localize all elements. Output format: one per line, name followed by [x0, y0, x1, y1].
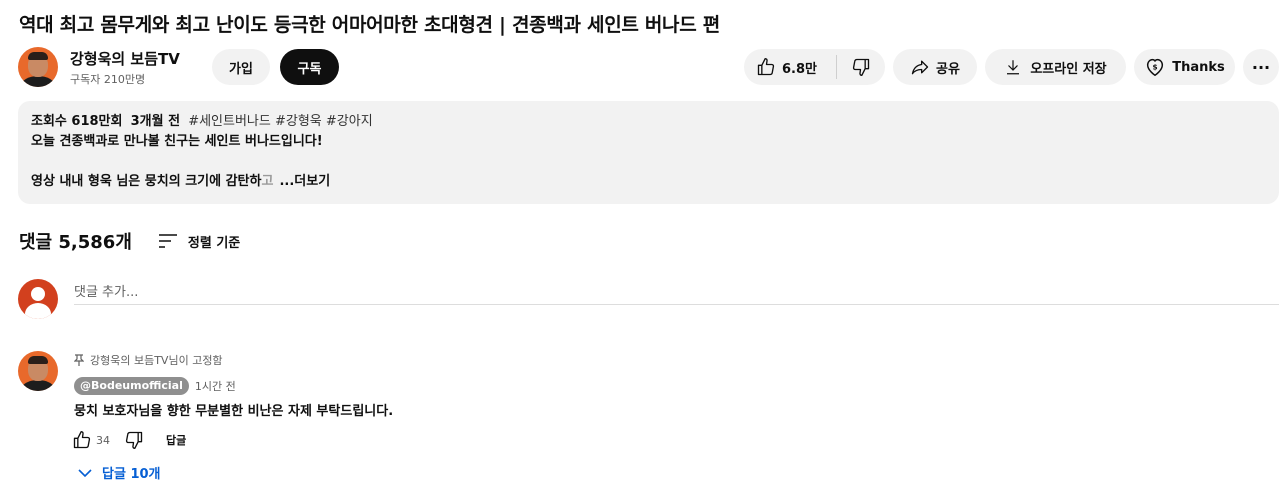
- share-arrow-icon: [910, 57, 930, 77]
- chevron-down-icon: [78, 468, 92, 478]
- pinned-label: 강형욱의 보듬TV님이 고정함: [90, 354, 223, 367]
- comments-count: 댓글 5,586개: [19, 232, 132, 253]
- download-button[interactable]: 오프라인 저장: [985, 49, 1126, 85]
- comment-author-name[interactable]: @Bodeumofficial: [74, 377, 189, 395]
- heart-dollar-icon: $: [1144, 56, 1166, 78]
- view-count: 조회수 618만회: [31, 114, 123, 129]
- comment-text: 뭉치 보호자님을 향한 무분별한 비난은 자제 부탁드립니다.: [74, 404, 394, 419]
- view-replies-button[interactable]: 답글 10개: [78, 463, 161, 482]
- dislike-button[interactable]: [837, 49, 885, 85]
- download-icon: [1004, 58, 1022, 76]
- thumbs-up-icon: [756, 57, 776, 77]
- sort-icon: [158, 233, 178, 249]
- current-user-avatar: [18, 279, 58, 319]
- replies-count-label: 답글 10개: [102, 467, 161, 482]
- download-label: 오프라인 저장: [1030, 61, 1107, 77]
- description-line: 오늘 견종백과로 만나볼 친구는 세인트 버나드입니다!: [31, 134, 323, 149]
- comment-author-avatar[interactable]: [18, 351, 58, 391]
- pin-icon: [74, 354, 84, 366]
- channel-owner: 강형욱의 보듬TV 구독자 210만명: [18, 46, 180, 88]
- description-meta: 조회수 618만회 3개월 전 #세인트버나드 #강형욱 #강아지: [31, 112, 1266, 132]
- description-line-truncated: 영상 내내 형욱 님은 뭉치의 크기에 감탄하고 ...더보기: [31, 172, 1266, 192]
- description-fade-text: 고: [261, 174, 274, 189]
- reply-button[interactable]: 답글: [166, 432, 186, 448]
- comment-like-icon[interactable]: [72, 430, 92, 450]
- comment-author-row: @Bodeumofficial 1시간 전: [74, 377, 236, 395]
- comment-actions: 34 답글: [72, 429, 186, 451]
- show-more-link[interactable]: ...더보기: [279, 174, 330, 189]
- video-title: 역대 최고 몸무게와 최고 난이도 등극한 어마어마한 초대형견 | 견종백과 …: [19, 14, 720, 36]
- add-comment-input[interactable]: 댓글 추가...: [74, 281, 1279, 305]
- subscriber-count: 구독자 210만명: [70, 72, 146, 86]
- channel-avatar[interactable]: [18, 47, 58, 87]
- like-dislike-segment: 6.8만: [744, 49, 885, 85]
- comment-dislike-icon[interactable]: [124, 430, 144, 450]
- comment-time[interactable]: 1시간 전: [195, 378, 236, 394]
- thanks-label: Thanks: [1172, 59, 1225, 75]
- comment-like-count: 34: [96, 433, 110, 447]
- upload-age: 3개월 전: [130, 114, 181, 129]
- share-button[interactable]: 공유: [893, 49, 977, 85]
- like-count: 6.8만: [782, 61, 817, 77]
- thumbs-down-icon: [851, 57, 871, 77]
- comments-header: 댓글 5,586개 정렬 기준: [19, 228, 240, 254]
- join-button[interactable]: 가입: [212, 49, 270, 85]
- subscribe-button[interactable]: 구독: [280, 49, 339, 85]
- description-text: 영상 내내 형욱 님은 뭉치의 크기에 감탄하: [31, 174, 262, 189]
- like-button[interactable]: 6.8만: [744, 49, 836, 85]
- hashtags[interactable]: #세인트버나드 #강형욱 #강아지: [188, 114, 372, 129]
- sort-button[interactable]: 정렬 기준: [158, 232, 240, 251]
- description-box[interactable]: 조회수 618만회 3개월 전 #세인트버나드 #강형욱 #강아지 오늘 견종백…: [18, 101, 1279, 204]
- sort-label: 정렬 기준: [187, 235, 241, 251]
- pinned-indicator: 강형욱의 보듬TV님이 고정함: [74, 352, 223, 368]
- thanks-button[interactable]: $ Thanks: [1134, 49, 1235, 85]
- svg-text:$: $: [1153, 62, 1158, 71]
- channel-name[interactable]: 강형욱의 보듬TV: [70, 48, 180, 69]
- share-label: 공유: [936, 61, 960, 77]
- more-actions-button[interactable]: ···: [1243, 49, 1279, 85]
